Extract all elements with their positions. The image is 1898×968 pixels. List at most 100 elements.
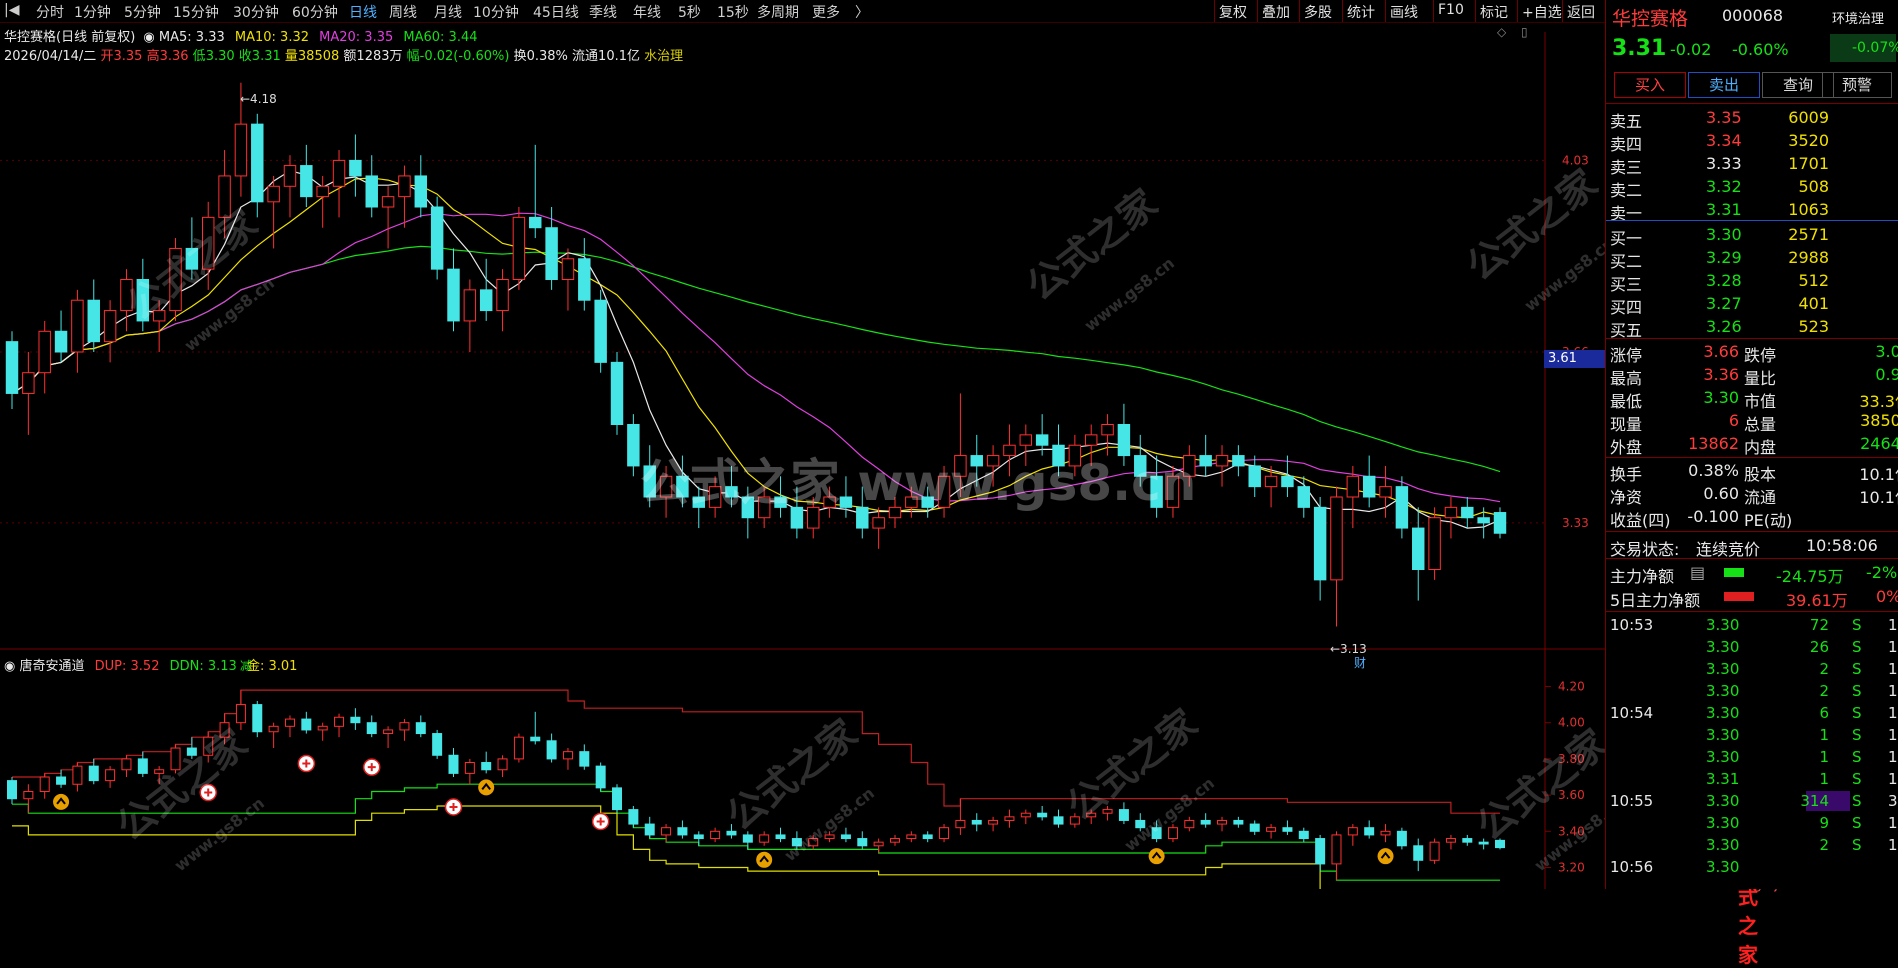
toolbar-button-6[interactable]: 标记 <box>1480 2 1508 22</box>
high-value: 3.36 <box>159 49 189 64</box>
toolbar-left-arrow[interactable]: |◀ <box>4 2 19 18</box>
toolbar-button-1[interactable]: 叠加 <box>1262 2 1290 22</box>
sub-candle-body <box>399 722 410 731</box>
timeframe-tab-3[interactable]: 15分钟 <box>173 2 219 22</box>
candle-body <box>594 299 607 363</box>
ma20-label: MA20: 3.35 <box>319 30 394 45</box>
toolbar-button-3[interactable]: 统计 <box>1347 2 1375 22</box>
up-signal-icon <box>1148 848 1165 865</box>
up-signal-icon <box>478 779 495 796</box>
timeframe-tab-12[interactable]: 年线 <box>633 2 661 22</box>
timeframe-tab-16[interactable]: 更多 <box>812 2 840 22</box>
candle-body <box>529 216 542 229</box>
more-chevron-icon[interactable]: 〉 <box>855 2 869 22</box>
concept-tag[interactable]: 水治理 <box>644 49 683 64</box>
tick-side: S <box>1852 814 1862 832</box>
sub-candle-body <box>1380 830 1391 836</box>
tick-count: 1 <box>1888 748 1898 766</box>
candle-body <box>1395 486 1409 529</box>
toolbar-button-5[interactable]: F10 <box>1438 2 1464 18</box>
candle-body <box>1444 506 1458 519</box>
stat-value: 24646 <box>1860 434 1898 453</box>
timeframe-tab-15[interactable]: 多周期 <box>757 2 799 22</box>
sell-button[interactable]: 卖出 <box>1688 72 1760 98</box>
toolbar-button-8[interactable]: 返回 <box>1567 2 1595 22</box>
up-signal-icon <box>756 851 773 868</box>
timeframe-tab-14[interactable]: 15秒 <box>717 2 749 22</box>
sub-chart-header: ◉ 唐奇安通道 DUP: 3.52 DDN: 3.13 金: 3.01 <box>4 655 297 674</box>
timeframe-tab-4[interactable]: 30分钟 <box>233 2 279 22</box>
chg-label: 幅 <box>406 49 420 64</box>
timeframe-tab-2[interactable]: 5分钟 <box>124 2 161 22</box>
main-net-icon[interactable]: ▤ <box>1690 563 1705 582</box>
timeframe-tab-6[interactable]: 日线 <box>349 2 377 22</box>
timeframe-tab-7[interactable]: 周线 <box>389 2 417 22</box>
buy-button[interactable]: 买入 <box>1614 72 1686 98</box>
chart-area[interactable]: 4.033.663.33←4.18←3.13财减4.204.003.803.60… <box>0 22 1830 967</box>
candle-body <box>1428 517 1441 571</box>
up-signal-icon <box>53 793 70 810</box>
main-net-label: 主力净额 <box>1610 567 1675 586</box>
stat-label: 内盘 <box>1744 438 1777 457</box>
sub-candle-body <box>481 762 492 771</box>
sub-settings-icon[interactable]: ◉ <box>4 659 15 674</box>
candle-body <box>251 123 264 203</box>
timeframe-tab-9[interactable]: 10分钟 <box>473 2 519 22</box>
sub-candle-body <box>906 834 917 840</box>
sub-candle-body <box>1429 841 1440 861</box>
timeframe-tab-8[interactable]: 月线 <box>434 2 462 22</box>
sub-candle-body <box>334 716 345 727</box>
diamond-icon[interactable]: ◇ <box>1497 25 1506 39</box>
tick-time: 10:55 <box>1610 792 1654 810</box>
sub-candle-body <box>72 765 83 785</box>
tick-price: 3.30 <box>1706 682 1740 700</box>
main-net-pct: -2% <box>1866 563 1898 582</box>
ask-volume: 6009 <box>1788 108 1829 127</box>
candle-body <box>512 216 526 281</box>
sub-candle-body <box>1037 812 1048 818</box>
tick-volume: 9 <box>1819 814 1829 832</box>
tick-price: 3.30 <box>1706 792 1740 810</box>
candle-body <box>1117 424 1131 457</box>
sub-candle-body <box>595 765 606 789</box>
low-value: 3.30 <box>205 49 235 64</box>
candle-body <box>71 299 84 353</box>
fin-value: 0.60 <box>1703 484 1739 503</box>
tick-volume: 2 <box>1819 682 1829 700</box>
toolbar-button-0[interactable]: 复权 <box>1219 2 1247 22</box>
timeframe-tab-13[interactable]: 5秒 <box>678 2 701 22</box>
sub-candle-body <box>889 838 900 843</box>
candle-body <box>103 310 117 343</box>
tick-volume: 6 <box>1819 704 1829 722</box>
alert-button[interactable]: 预警 <box>1822 72 1892 98</box>
timeframe-tab-5[interactable]: 60分钟 <box>292 2 338 22</box>
candle-body <box>332 159 346 187</box>
timeframe-tab-11[interactable]: 季线 <box>589 2 617 22</box>
tick-volume: 1 <box>1819 748 1829 766</box>
timeframe-tab-10[interactable]: 45日线 <box>533 2 579 22</box>
candle-body <box>1313 506 1327 581</box>
candle-body <box>545 227 558 280</box>
quote-panel: 华控赛格 000068 环境治理 3.31 -0.02 -0.60% -0.07… <box>1605 0 1898 889</box>
timeframe-tab-0[interactable]: 分时 <box>36 2 64 22</box>
sub-candle-body <box>1413 845 1424 861</box>
sub-candle-body <box>39 776 50 792</box>
ma-settings-icon[interactable]: ◉ <box>143 30 154 45</box>
sub-candle-body <box>939 827 950 840</box>
candle-body <box>1248 465 1261 488</box>
stat-label: 外盘 <box>1610 438 1643 457</box>
toolbar-button-2[interactable]: 多股 <box>1304 2 1332 22</box>
ask-price: 3.34 <box>1706 131 1742 150</box>
stat-value: 6 <box>1728 411 1739 430</box>
toolbar-button-7[interactable]: +自选 <box>1522 2 1562 22</box>
candle-body <box>463 289 477 322</box>
candle-body <box>627 424 640 467</box>
split-icon[interactable]: ▯ <box>1521 25 1528 39</box>
toolbar-button-4[interactable]: 画线 <box>1390 2 1418 22</box>
sub-candle-body <box>677 827 688 836</box>
sub-candle-body <box>497 758 508 771</box>
timeframe-tab-1[interactable]: 1分钟 <box>74 2 111 22</box>
last-price: 3.31 <box>1612 36 1667 61</box>
kline-chart-svg[interactable]: 4.033.663.33←4.18←3.13财减4.204.003.803.60… <box>0 22 1628 903</box>
sector-name[interactable]: 环境治理 <box>1832 8 1884 27</box>
